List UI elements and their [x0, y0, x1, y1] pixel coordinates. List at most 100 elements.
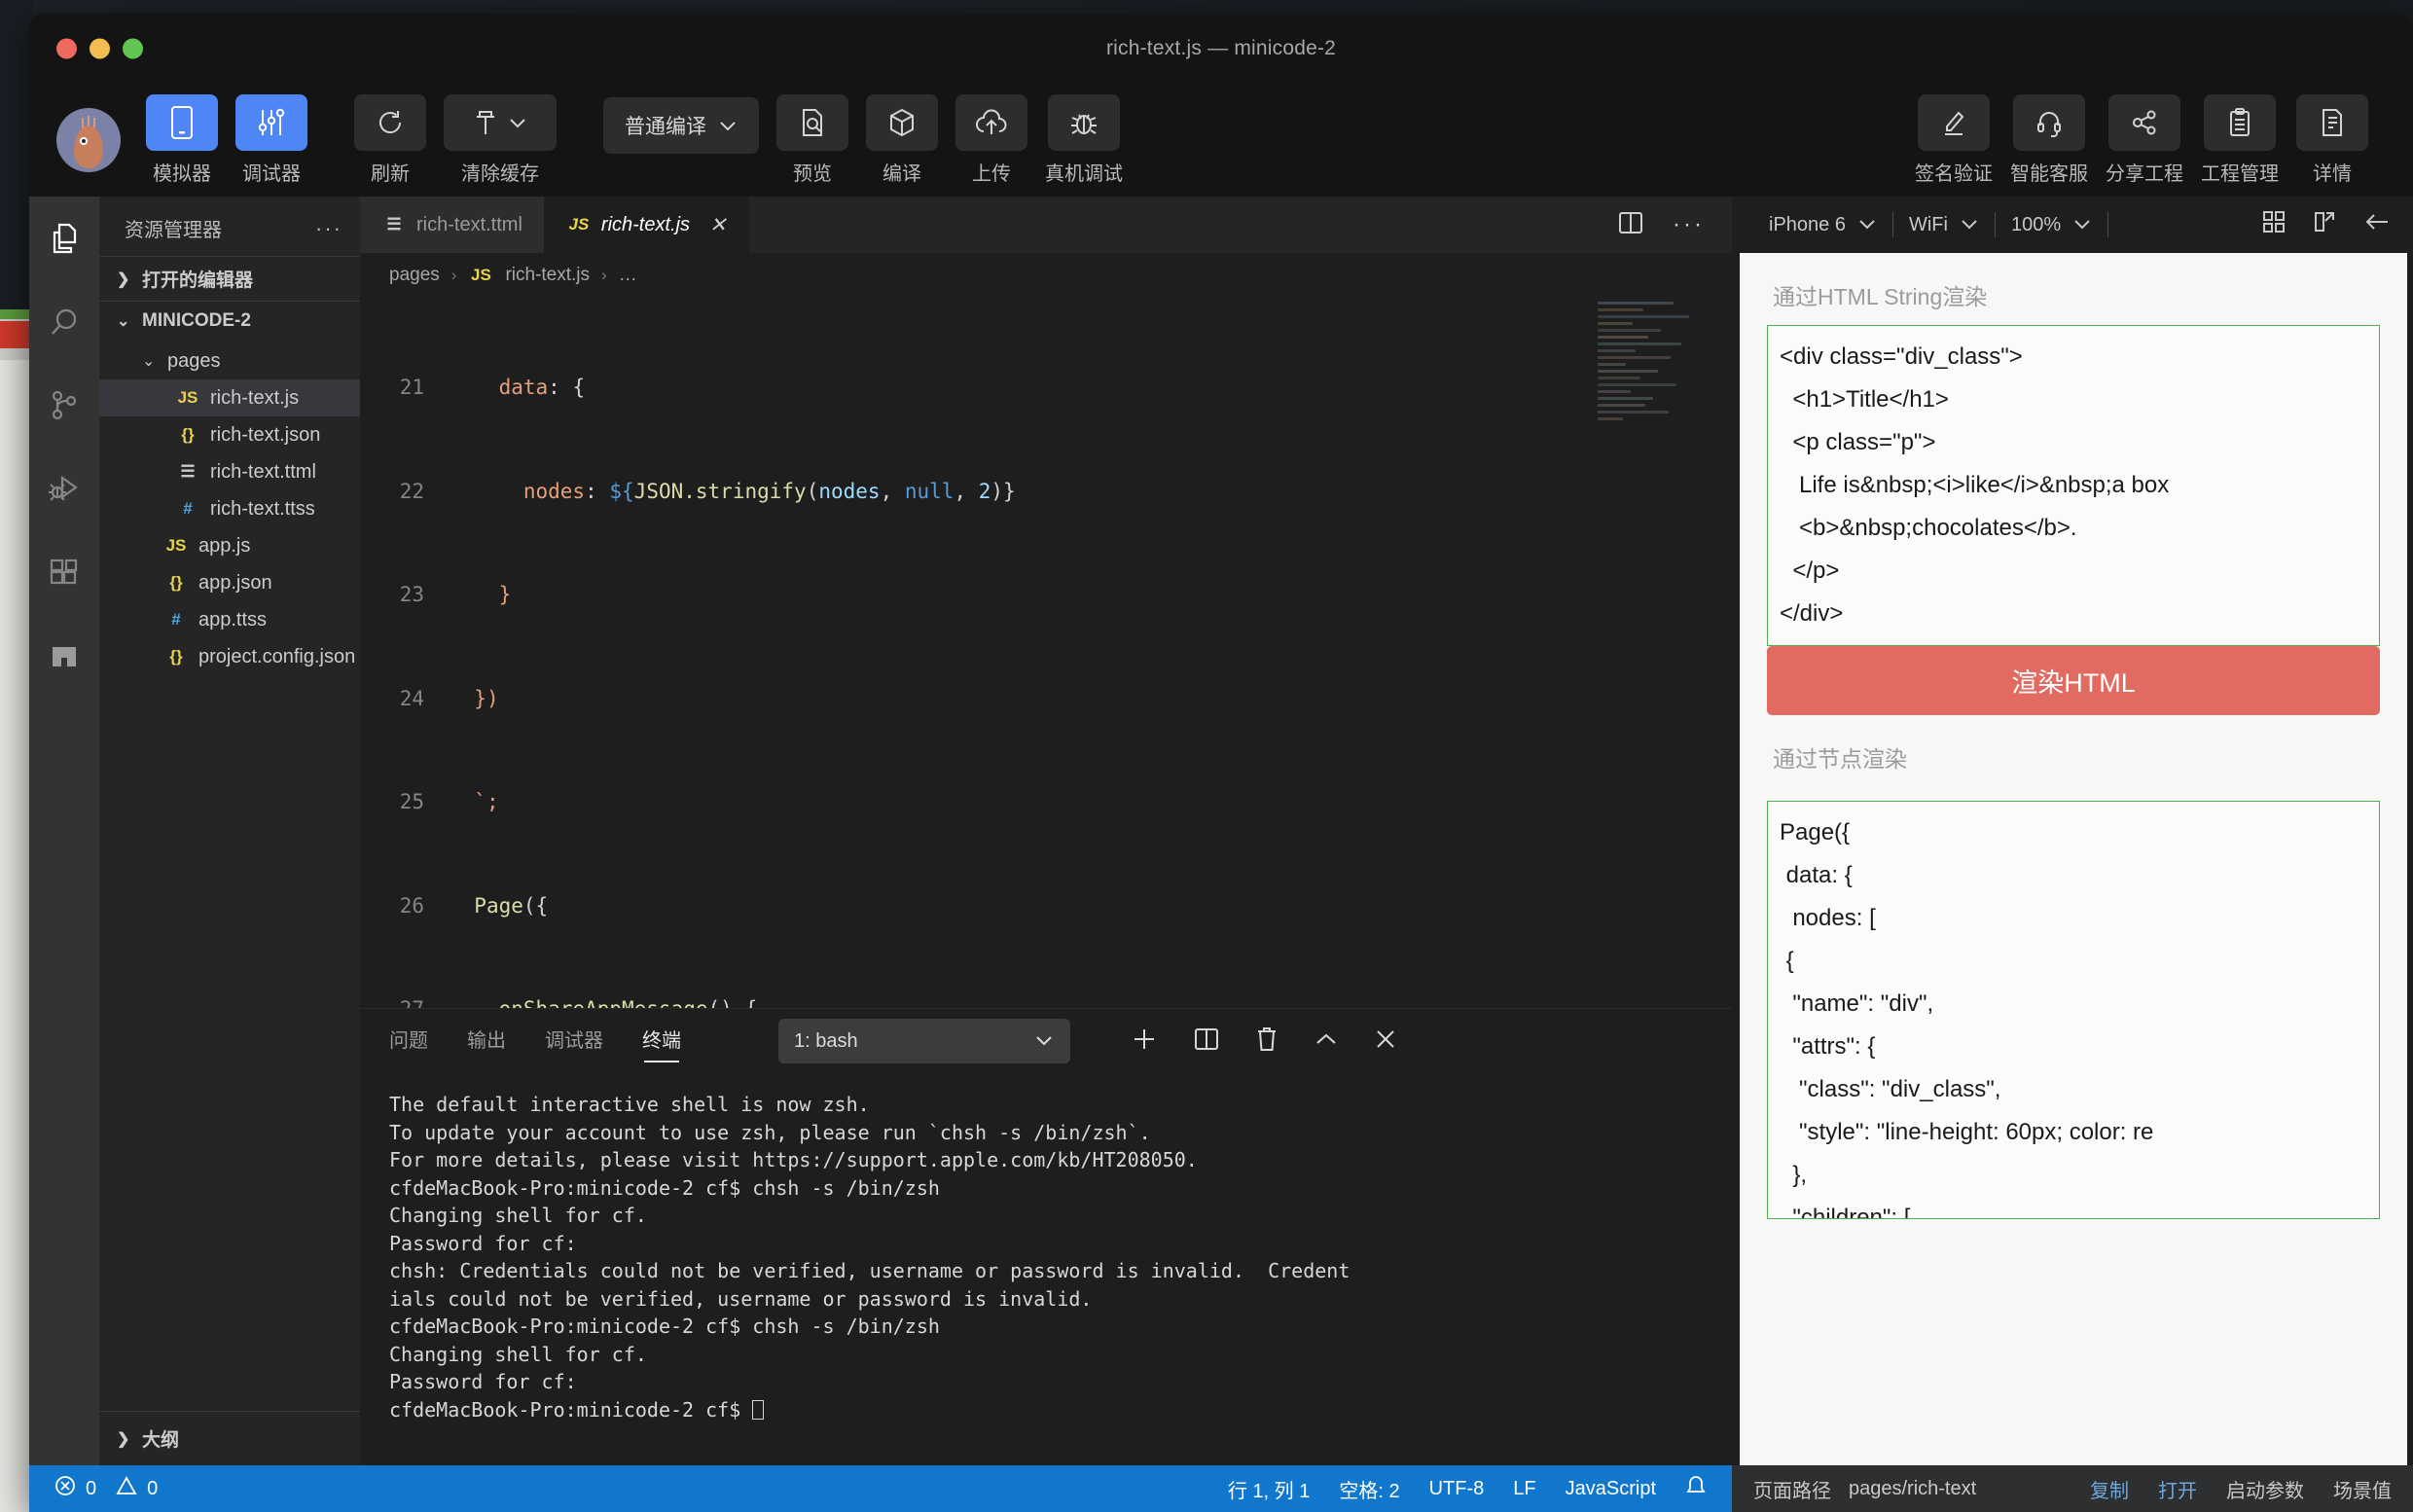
run-debug-icon[interactable] [42, 467, 87, 512]
toolbar-preview-label: 预览 [793, 163, 832, 185]
toolbar-share[interactable]: 分享工程 [2106, 94, 2183, 186]
toolbar-compile[interactable]: 编译 [866, 94, 938, 186]
panel-tab-debugger[interactable]: 调试器 [545, 1025, 603, 1059]
tree-item-pages[interactable]: ⌄ pages [99, 342, 360, 379]
kill-terminal-icon[interactable] [1255, 1026, 1279, 1058]
bell-icon[interactable] [1685, 1474, 1707, 1503]
terminal-shell-select[interactable]: 1: bash [778, 1019, 1070, 1063]
terminal-output[interactable]: The default interactive shell is now zsh… [360, 1073, 1732, 1465]
copy-path-button[interactable]: 复制 [2090, 1475, 2129, 1503]
grid-view-icon[interactable] [2261, 209, 2287, 240]
box-icon[interactable] [866, 94, 938, 151]
clipboard-icon[interactable] [2204, 94, 2276, 151]
pen-icon[interactable] [1918, 94, 1990, 151]
clear-cache-icon[interactable] [444, 94, 557, 151]
details-icon[interactable] [2296, 94, 2368, 151]
device-select[interactable]: iPhone 6 [1753, 214, 1892, 236]
extensions-icon[interactable] [42, 551, 87, 595]
maximize-window-button[interactable] [123, 38, 143, 59]
editor-more-button[interactable]: ··· [1673, 211, 1705, 238]
toolbar-debugger[interactable]: 调试器 [235, 94, 307, 186]
toolbar-compile-mode[interactable]: 普通编译 . [603, 97, 759, 183]
cloud-upload-icon[interactable] [955, 94, 1027, 151]
split-editor-icon[interactable] [1618, 210, 1643, 240]
compile-mode-select[interactable]: 普通编译 [603, 97, 759, 154]
tree-item-rich-text-js[interactable]: JS rich-text.js [99, 379, 360, 416]
panel-tab-problems[interactable]: 问题 [389, 1025, 428, 1059]
share-icon[interactable] [2108, 94, 2180, 151]
window-controls[interactable] [56, 38, 143, 59]
render-html-button[interactable]: 渲染HTML [1767, 646, 2380, 715]
status-problems[interactable]: 0 0 [54, 1475, 158, 1502]
toolbar-real-device-label: 真机调试 [1045, 163, 1123, 185]
tree-item-rich-text-ttss[interactable]: # rich-text.ttss [99, 490, 360, 527]
open-path-button[interactable]: 打开 [2158, 1475, 2197, 1503]
split-terminal-icon[interactable] [1193, 1026, 1220, 1057]
status-indentation[interactable]: 空格: 2 [1339, 1475, 1399, 1503]
preview-qr-icon[interactable] [776, 94, 848, 151]
detach-simulator-icon[interactable] [2312, 209, 2337, 240]
toolbar-signature[interactable]: 签名验证 [1915, 94, 1993, 186]
ttss-file-icon: # [183, 499, 193, 518]
tree-item-project-config[interactable]: {} project.config.json [99, 638, 360, 675]
bug-icon[interactable] [1048, 94, 1120, 151]
close-window-button[interactable] [56, 38, 77, 59]
toolbar-upload[interactable]: 上传 [955, 94, 1027, 186]
toolbar-clear-cache[interactable]: 清除缓存 [444, 94, 557, 186]
zoom-select[interactable]: 100% [1996, 214, 2107, 236]
breadcrumb-item-pages[interactable]: pages [389, 265, 440, 286]
toolbar-refresh[interactable]: 刷新 [354, 94, 426, 186]
tab-rich-text-ttml[interactable]: ☰ rich-text.ttml [360, 197, 545, 253]
toolbar-details[interactable]: 详情 [2296, 94, 2368, 186]
toolbar-compile-label: 编译 [882, 163, 921, 185]
tree-item-rich-text-json[interactable]: {} rich-text.json [99, 416, 360, 453]
avatar[interactable] [56, 108, 121, 172]
miniprogram-icon[interactable] [42, 634, 87, 679]
network-select[interactable]: WiFi [1893, 214, 1995, 236]
project-root-section[interactable]: ⌄ MINICODE-2 [99, 302, 360, 341]
launch-params-button[interactable]: 启动参数 [2226, 1475, 2304, 1503]
tree-item-app-js[interactable]: JS app.js [99, 527, 360, 564]
toolbar-simulator[interactable]: 模拟器 [146, 94, 218, 186]
close-icon[interactable]: ✕ [709, 213, 727, 237]
code-editor[interactable]: 21 data: { 22 nodes: ${JSON.stringify(no… [360, 298, 1732, 1008]
tab-rich-text-js[interactable]: JS rich-text.js ✕ [544, 197, 749, 253]
phone-icon[interactable] [146, 94, 218, 151]
breadcrumb-item-symbols[interactable]: … [619, 265, 637, 286]
outline-section[interactable]: ❯ 大纲 [99, 1412, 360, 1465]
toolbar-real-device-debug[interactable]: 真机调试 [1045, 94, 1123, 186]
scene-value-button[interactable]: 场景值 [2333, 1475, 2392, 1503]
refresh-icon[interactable] [354, 94, 426, 151]
simulator-viewport[interactable]: 通过HTML String渲染 <div class="div_class"> … [1740, 253, 2407, 1465]
section-title-node-render: 通过节点渲染 [1773, 746, 1907, 772]
status-language-mode[interactable]: JavaScript [1566, 1478, 1656, 1500]
new-terminal-icon[interactable] [1131, 1026, 1158, 1058]
files-icon[interactable] [42, 216, 87, 261]
minimize-window-button[interactable] [90, 38, 110, 59]
open-editors-section[interactable]: ❯ 打开的编辑器 [99, 256, 360, 302]
status-cursor-position[interactable]: 行 1, 列 1 [1228, 1475, 1310, 1503]
chevron-down-icon [1960, 214, 1979, 236]
toolbar-preview[interactable]: 预览 [776, 94, 848, 186]
toolbar-support[interactable]: 智能客服 [2010, 94, 2088, 186]
panel-tab-output[interactable]: 输出 [467, 1025, 506, 1059]
explorer-more-button[interactable]: ··· [315, 216, 342, 241]
tree-item-app-json[interactable]: {} app.json [99, 564, 360, 601]
tree-item-rich-text-ttml[interactable]: ☰ rich-text.ttml [99, 453, 360, 490]
breadcrumb-item-file[interactable]: rich-text.js [505, 265, 590, 286]
sliders-icon[interactable] [235, 94, 307, 151]
close-panel-icon[interactable] [1374, 1027, 1397, 1056]
headset-icon[interactable] [2013, 94, 2085, 151]
source-control-icon[interactable] [42, 383, 87, 428]
terminal-line: For more details, please visit https://s… [389, 1148, 1198, 1171]
panel-tab-terminal[interactable]: 终端 [642, 1025, 681, 1062]
tree-item-app-ttss[interactable]: # app.ttss [99, 601, 360, 638]
status-encoding[interactable]: UTF-8 [1429, 1478, 1485, 1500]
open-editors-label: 打开的编辑器 [142, 270, 254, 291]
collapse-simulator-icon[interactable] [2362, 211, 2392, 238]
maximize-panel-icon[interactable] [1314, 1030, 1339, 1053]
search-icon[interactable] [42, 300, 87, 344]
toolbar-project-manage[interactable]: 工程管理 [2201, 94, 2279, 186]
status-eol[interactable]: LF [1513, 1478, 1535, 1500]
minimap[interactable] [1598, 298, 1724, 551]
